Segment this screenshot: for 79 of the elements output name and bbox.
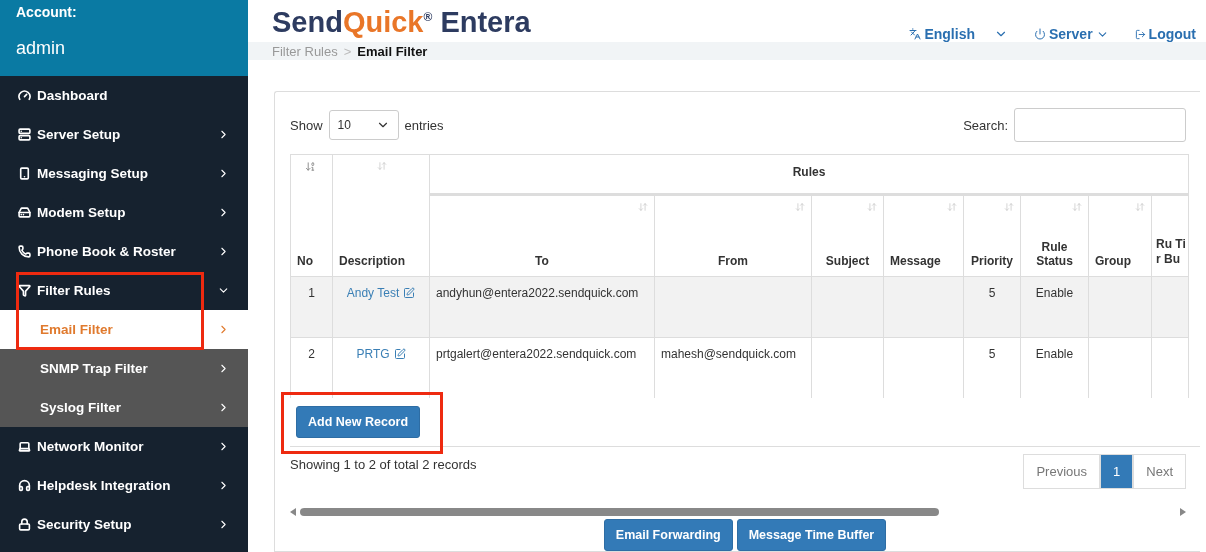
column-header[interactable]: Group — [1088, 194, 1152, 277]
search-field[interactable] — [1014, 108, 1186, 142]
show-label: Show — [290, 117, 323, 133]
table-cell: 5 — [963, 276, 1021, 338]
column-header[interactable]: To — [429, 194, 655, 277]
sidebar-item[interactable]: Modem Setup — [0, 193, 248, 232]
logo: SendQuick$^{®}$ Entera — [272, 4, 532, 39]
logout-icon — [1134, 28, 1146, 40]
sidebar-item[interactable]: Server Setup — [0, 115, 248, 154]
page-size-select[interactable]: 10 — [328, 110, 399, 140]
phone-device-icon — [18, 167, 31, 180]
drive-icon — [18, 206, 31, 219]
edit-icon[interactable] — [393, 348, 406, 360]
sidebar-item[interactable]: Network Monitor — [0, 427, 248, 466]
breadcrumb-separator: > — [343, 43, 352, 59]
sidebar-item[interactable]: Phone Book & Roster — [0, 232, 248, 271]
phone-icon — [18, 245, 31, 258]
record-link[interactable]: PRTG — [356, 347, 406, 361]
server-menu[interactable]: Server — [1034, 26, 1109, 42]
submenu-item[interactable]: SNMP Trap Filter — [0, 349, 248, 388]
lock-icon — [18, 518, 31, 531]
server-icon — [18, 128, 31, 141]
table-cell: 1 — [290, 276, 333, 338]
sort-icon[interactable] — [795, 202, 805, 212]
scroll-right-icon[interactable] — [1180, 508, 1186, 516]
headset-icon — [18, 479, 31, 492]
add-record-button[interactable]: Add New Record — [296, 406, 420, 438]
sidebar-item[interactable]: Dashboard — [0, 76, 248, 115]
pagination-button[interactable]: 1 — [1100, 454, 1134, 489]
sort-icon[interactable] — [867, 202, 877, 212]
group-header: Rules — [429, 154, 1189, 195]
language-icon — [909, 28, 922, 40]
column-header[interactable]: Ru Tir Bu — [1151, 194, 1189, 277]
table-cell: 5 — [963, 337, 1021, 398]
account-label: Account: — [16, 4, 78, 22]
logout-link[interactable]: Logout — [1134, 26, 1196, 42]
power-icon — [1034, 28, 1046, 40]
filter-icon — [18, 284, 31, 297]
sort-icon[interactable] — [1135, 202, 1145, 212]
breadcrumb-item: Email Filter — [357, 43, 428, 59]
language-menu[interactable]: English — [909, 26, 1008, 42]
sidebar-item[interactable]: Messaging Setup — [0, 154, 248, 193]
table-cell: Enable — [1020, 337, 1089, 398]
edit-icon[interactable] — [403, 287, 416, 299]
gauge-icon — [18, 89, 31, 102]
sidebar-item[interactable]: Filter Rules — [0, 271, 248, 310]
sort-icon[interactable] — [947, 202, 957, 212]
submenu-item[interactable]: Syslog Filter — [0, 388, 248, 427]
column-header[interactable]: Subject — [811, 194, 884, 277]
laptop-icon — [18, 440, 31, 453]
column-header[interactable]: From — [654, 194, 812, 277]
table-cell: 2 — [290, 337, 333, 398]
table-cell: mahesh@sendquick.com — [654, 337, 812, 398]
table-info: Showing 1 to 2 of total 2 records — [290, 457, 477, 472]
pagination-button[interactable]: Previous — [1023, 454, 1101, 489]
table-cell: andyhun@entera2022.sendquick.com — [429, 276, 655, 338]
action-button[interactable]: Message Time Buffer — [736, 519, 887, 551]
column-header[interactable]: No — [290, 154, 333, 277]
pagination-button[interactable]: Next — [1133, 454, 1186, 489]
record-link[interactable]: Andy Test — [346, 286, 416, 300]
column-header[interactable]: Message — [883, 194, 964, 277]
entries-label: entries — [404, 117, 444, 133]
sort-icon[interactable] — [638, 202, 648, 212]
sidebar-item[interactable]: Helpdesk Integration — [0, 466, 248, 505]
table-cell: prtgalert@entera2022.sendquick.com — [429, 337, 655, 398]
sort-icon[interactable] — [305, 161, 316, 172]
horizontal-scrollbar[interactable] — [290, 507, 1186, 517]
table-cell: Enable — [1020, 276, 1089, 338]
search-label: Search: — [963, 117, 1008, 133]
sidebar-item[interactable]: Security Setup — [0, 505, 248, 544]
sort-icon[interactable] — [377, 161, 387, 171]
scroll-left-icon[interactable] — [290, 508, 296, 516]
sort-icon[interactable] — [1072, 202, 1082, 212]
column-header[interactable]: Description — [332, 154, 430, 277]
column-header[interactable]: Priority — [963, 194, 1021, 277]
sort-icon[interactable] — [1004, 202, 1014, 212]
action-button[interactable]: Email Forwarding — [603, 519, 733, 551]
account-name: admin — [16, 38, 67, 59]
column-header[interactable]: Rule Status — [1020, 194, 1089, 277]
